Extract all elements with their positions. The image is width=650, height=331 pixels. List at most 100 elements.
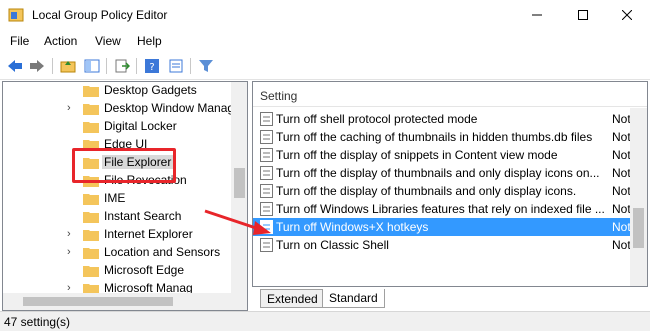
setting-state: Not: [612, 166, 631, 180]
minimize-icon: [532, 14, 542, 16]
filter-button[interactable]: [196, 57, 216, 75]
status-bar: 47 setting(s): [0, 311, 650, 331]
setting-row-windows-x-hotkeys[interactable]: Turn off Windows+X hotkeys Not: [253, 218, 647, 236]
help-icon: ?: [145, 59, 159, 73]
policy-setting-icon: [260, 184, 273, 198]
tree-item-label: IME: [104, 191, 126, 205]
chevron-right-icon[interactable]: ›: [67, 228, 71, 240]
setting-row[interactable]: Turn off the display of thumbnails and o…: [253, 182, 647, 200]
tree-item-label: Desktop Gadgets: [104, 83, 197, 97]
folder-icon: [83, 122, 99, 133]
folder-icon: [83, 86, 99, 97]
tree-item[interactable]: › Desktop Window Manag: [3, 100, 235, 118]
tree-item-label: Instant Search: [104, 209, 182, 223]
scrollbar-corner: [231, 293, 247, 310]
console-tree[interactable]: Desktop Gadgets › Desktop Window Manag D…: [2, 81, 248, 311]
tree-item[interactable]: › Internet Explorer: [3, 226, 231, 244]
setting-label: Turn off shell protocol protected mode: [276, 112, 478, 126]
setting-label: Turn off the caching of thumbnails in hi…: [276, 130, 593, 144]
tree-item-label: Location and Sensors: [104, 245, 221, 259]
setting-label: Turn off the display of snippets in Cont…: [276, 148, 558, 162]
policy-setting-icon: [260, 112, 273, 126]
tree-item-label: Digital Locker: [104, 119, 177, 133]
status-text: 47 setting(s): [4, 315, 71, 329]
chevron-right-icon[interactable]: ›: [67, 246, 71, 258]
setting-row[interactable]: Turn off the display of snippets in Cont…: [253, 146, 647, 164]
setting-state: Not: [612, 148, 631, 162]
menu-bar: File Action View Help: [0, 31, 650, 52]
folder-icon: [83, 104, 99, 115]
setting-state: Not: [612, 130, 631, 144]
scroll-thumb[interactable]: [23, 297, 173, 306]
properties-icon: [169, 59, 183, 73]
maximize-icon: [578, 10, 588, 20]
up-folder-button[interactable]: [58, 57, 78, 75]
toolbar: ?: [0, 53, 650, 80]
title-bar: Local Group Policy Editor: [0, 0, 650, 30]
folder-icon: [83, 194, 99, 205]
setting-row[interactable]: Turn off shell protocol protected mode N…: [253, 110, 647, 128]
policy-setting-icon: [260, 130, 273, 144]
folder-icon: [83, 248, 99, 259]
policy-setting-icon: [260, 166, 273, 180]
setting-row[interactable]: Turn off Windows Libraries features that…: [253, 200, 647, 218]
setting-label: Turn on Classic Shell: [276, 238, 389, 252]
show-hide-tree-button[interactable]: [82, 57, 102, 75]
folder-icon: [83, 230, 99, 241]
menu-help[interactable]: Help: [137, 34, 162, 48]
settings-vertical-scrollbar[interactable]: [630, 108, 647, 286]
policy-setting-icon: [260, 148, 273, 162]
forward-button[interactable]: [27, 57, 47, 75]
tree-vertical-scrollbar[interactable]: [231, 82, 247, 293]
tree-item[interactable]: › Location and Sensors: [3, 244, 231, 262]
minimize-button[interactable]: [514, 0, 560, 30]
tree-item-label: Internet Explorer: [104, 227, 193, 241]
setting-row[interactable]: Turn off the caching of thumbnails in hi…: [253, 128, 647, 146]
setting-row[interactable]: Turn on Classic Shell Not: [253, 236, 647, 254]
close-button[interactable]: [604, 0, 650, 30]
settings-list[interactable]: Setting Turn off shell protocol protecte…: [252, 81, 648, 287]
tree-item[interactable]: Digital Locker: [3, 118, 231, 136]
group-policy-icon: [8, 8, 24, 22]
back-arrow-icon: [8, 60, 22, 72]
setting-state: Not: [612, 184, 631, 198]
folder-icon: [83, 212, 99, 223]
column-header-label: Setting: [260, 89, 298, 103]
back-button[interactable]: [5, 57, 25, 75]
window-title: Local Group Policy Editor: [32, 8, 168, 22]
export-icon: [115, 59, 130, 73]
view-tabs: Extended Standard: [252, 288, 648, 309]
menu-view[interactable]: View: [95, 34, 121, 48]
setting-row[interactable]: Turn off the display of thumbnails and o…: [253, 164, 647, 182]
menu-action[interactable]: Action: [44, 34, 77, 48]
toolbar-separator: [52, 58, 53, 74]
toolbar-separator: [106, 58, 107, 74]
setting-label: Turn off the display of thumbnails and o…: [276, 184, 577, 198]
export-list-button[interactable]: [112, 57, 132, 75]
maximize-button[interactable]: [560, 0, 606, 30]
setting-label: Turn off Windows Libraries features that…: [276, 202, 605, 216]
scroll-thumb[interactable]: [234, 168, 245, 198]
menu-file[interactable]: File: [10, 34, 29, 48]
folder-icon: [83, 266, 99, 277]
console-tree-icon: [84, 59, 100, 73]
tree-item-label: Microsoft Edge: [104, 263, 185, 277]
help-button[interactable]: ?: [142, 57, 162, 75]
scroll-thumb[interactable]: [633, 208, 644, 248]
tree-item-label: Desktop Window Manag: [104, 101, 235, 115]
tab-standard[interactable]: Standard: [322, 289, 385, 308]
setting-state: Not: [612, 220, 631, 234]
close-icon: [622, 10, 632, 20]
up-folder-icon: [60, 61, 76, 73]
tree-item[interactable]: Desktop Gadgets: [3, 82, 231, 100]
tab-extended[interactable]: Extended: [260, 289, 325, 308]
chevron-right-icon[interactable]: ›: [67, 102, 71, 114]
properties-button[interactable]: [166, 57, 186, 75]
tree-item[interactable]: IME: [3, 190, 231, 208]
tree-horizontal-scrollbar[interactable]: [3, 293, 231, 310]
forward-arrow-icon: [30, 60, 44, 72]
tree-item[interactable]: Microsoft Edge: [3, 262, 231, 280]
tree-item[interactable]: Instant Search: [3, 208, 231, 226]
setting-column-header[interactable]: Setting: [253, 82, 647, 107]
toolbar-separator: [190, 58, 191, 74]
